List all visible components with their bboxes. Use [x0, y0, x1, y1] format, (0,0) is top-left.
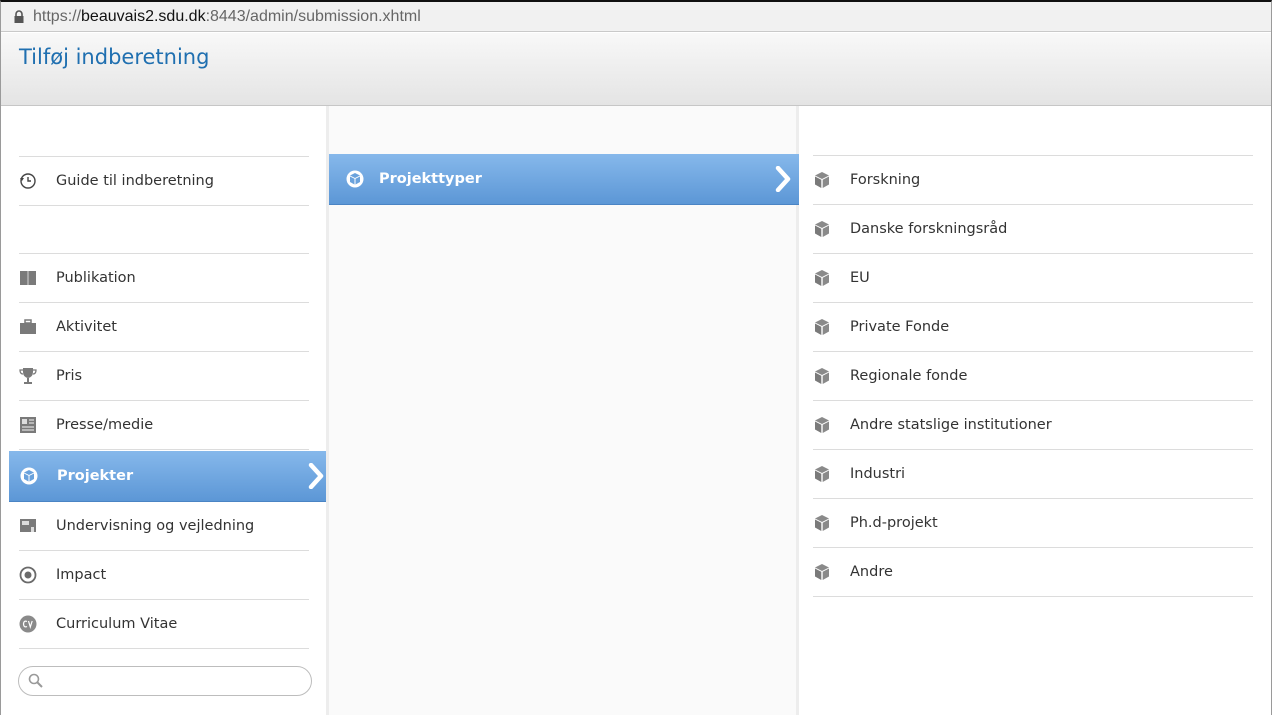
menu-item-label: Projekttyper: [379, 171, 482, 187]
chevron-right-icon: [775, 166, 791, 192]
cube-icon: [813, 171, 831, 189]
menu-item-curriculum-vitae[interactable]: Curriculum Vitae: [19, 600, 309, 649]
menu-item-label: Pris: [56, 368, 83, 384]
menu-item-projekttyper[interactable]: Projekttyper: [329, 154, 799, 205]
menu-item-undervisning[interactable]: Undervisning og vejledning: [19, 502, 309, 551]
menu-item-label: Andre: [850, 564, 893, 580]
book-icon: [19, 269, 37, 287]
url-path: :8443/admin/submission.xhtml: [205, 7, 421, 25]
url-host: beauvais2.sdu.dk: [81, 7, 206, 25]
guide-link[interactable]: Guide til indberetning: [19, 157, 309, 206]
page-header: Tilføj indberetning: [1, 33, 1271, 106]
menu-item-label: EU: [850, 270, 870, 286]
right-menu: Forskning Danske forskningsråd EU Privat…: [799, 106, 1271, 715]
middle-menu: Projekttyper: [326, 106, 799, 715]
menu-item-label: Regionale fonde: [850, 368, 968, 384]
menu-item-andre[interactable]: Andre: [813, 548, 1253, 597]
url-prefix: https://: [33, 7, 82, 25]
cube-icon: [346, 170, 364, 188]
menu-item-label: Projekter: [57, 468, 134, 484]
search-box[interactable]: [18, 666, 312, 696]
menu-item-publikation[interactable]: Publikation: [19, 254, 309, 303]
briefcase-icon: [19, 318, 37, 336]
menu-item-label: Impact: [56, 567, 107, 583]
menu-item-eu[interactable]: EU: [813, 254, 1253, 303]
menu-item-label: Private Fonde: [850, 319, 950, 335]
cube-icon: [813, 367, 831, 385]
search-icon: [28, 673, 43, 688]
guide-label: Guide til indberetning: [56, 173, 214, 189]
menu-item-presse-medie[interactable]: Presse/medie: [19, 401, 309, 450]
address-bar[interactable]: https://beauvais2.sdu.dk:8443/admin/subm…: [1, 2, 1271, 32]
lock-icon: [14, 10, 24, 23]
newspaper-icon: [19, 416, 37, 434]
chevron-right-icon: [308, 463, 324, 489]
menu-item-label: Publikation: [56, 270, 136, 286]
cube-icon: [20, 467, 38, 485]
menu-item-label: Ph.d-projekt: [850, 515, 938, 531]
menu-item-regionale-fonde[interactable]: Regionale fonde: [813, 352, 1253, 401]
left-menu: Guide til indberetning Publikation Aktiv…: [1, 106, 330, 715]
menu-item-phd-projekt[interactable]: Ph.d-projekt: [813, 499, 1253, 548]
menu-item-danske-forskningsraad[interactable]: Danske forskningsråd: [813, 205, 1253, 254]
cube-icon: [813, 220, 831, 238]
menu-item-industri[interactable]: Industri: [813, 450, 1253, 499]
history-icon: [19, 172, 37, 190]
cube-icon: [813, 318, 831, 336]
blackboard-icon: [19, 517, 37, 535]
search-input[interactable]: [49, 671, 299, 691]
menu-item-label: Andre statslige institutioner: [850, 417, 1052, 433]
menu-item-pris[interactable]: Pris: [19, 352, 309, 401]
menu-item-private-fonde[interactable]: Private Fonde: [813, 303, 1253, 352]
menu-item-label: Presse/medie: [56, 417, 154, 433]
target-icon: [19, 566, 37, 584]
menu-item-label: Industri: [850, 466, 906, 482]
browser-window: https://beauvais2.sdu.dk:8443/admin/subm…: [0, 0, 1272, 715]
menu-item-label: Undervisning og vejledning: [56, 518, 255, 534]
menu-item-impact[interactable]: Impact: [19, 551, 309, 600]
menu-item-label: Aktivitet: [56, 319, 117, 335]
menu-item-label: Curriculum Vitae: [56, 616, 178, 632]
menu-item-label: Danske forskningsråd: [850, 221, 1008, 237]
menu-item-andre-statslige[interactable]: Andre statslige institutioner: [813, 401, 1253, 450]
cube-icon: [813, 269, 831, 287]
trophy-icon: [19, 367, 37, 385]
menu-item-label: Forskning: [850, 172, 921, 188]
cube-icon: [813, 563, 831, 581]
cube-icon: [813, 416, 831, 434]
menu-item-aktivitet[interactable]: Aktivitet: [19, 303, 309, 352]
menu-item-forskning[interactable]: Forskning: [813, 156, 1253, 205]
menu-item-projekter[interactable]: Projekter: [9, 451, 330, 502]
cv-icon: [19, 615, 37, 633]
cube-icon: [813, 514, 831, 532]
cube-icon: [813, 465, 831, 483]
page-title: Tilføj indberetning: [19, 45, 210, 69]
